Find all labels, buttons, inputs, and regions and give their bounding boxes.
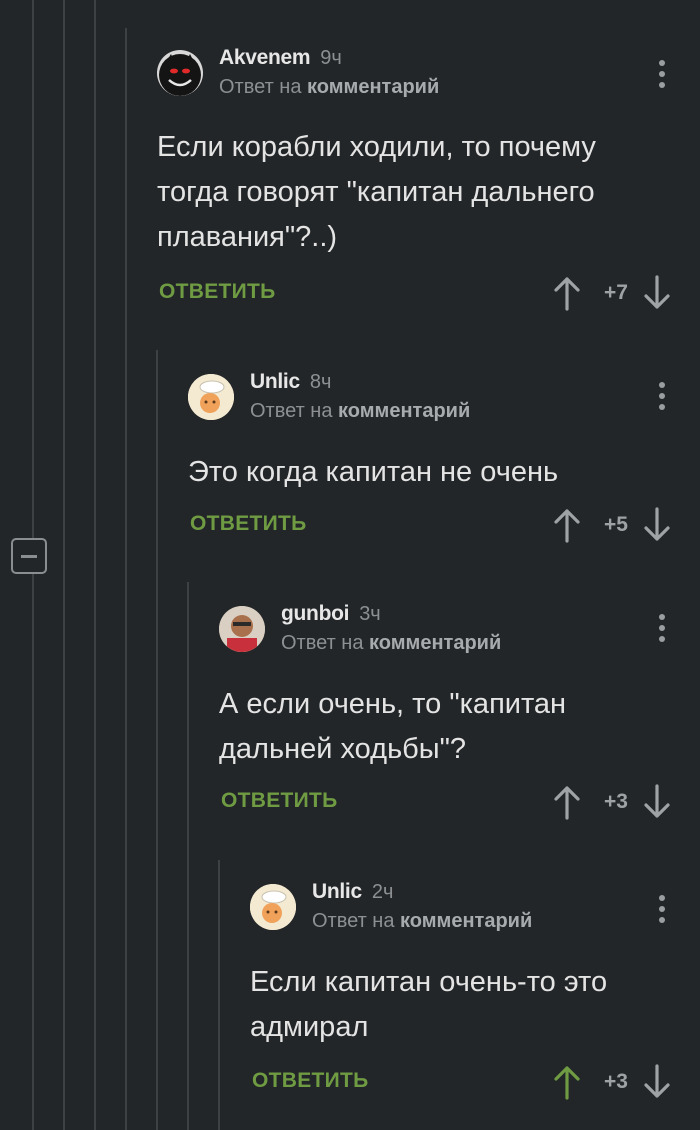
- thread-branch-line: [125, 28, 127, 1130]
- thread-line: [63, 0, 65, 1130]
- comment-meta: gunboi 3ч Ответ на комментарий: [281, 602, 501, 655]
- comment-text: Это когда капитан не очень: [188, 456, 559, 488]
- comment-meta: Unlic 8ч Ответ на комментарий: [250, 370, 470, 423]
- vote-score: +3: [604, 790, 628, 813]
- reply-target-link[interactable]: комментарий: [338, 400, 470, 422]
- reply-button[interactable]: ОТВЕТИТЬ: [159, 280, 276, 304]
- reply-prefix: Ответ на: [219, 76, 302, 98]
- upvote-arrow-icon[interactable]: [552, 505, 582, 545]
- reply-prefix: Ответ на: [312, 910, 395, 932]
- reply-to-info: Ответ на комментарий: [281, 632, 501, 655]
- vote-score: +7: [604, 281, 628, 304]
- downvote-arrow-icon[interactable]: [642, 505, 672, 545]
- comment-meta: Akvenem 9ч Ответ на комментарий: [219, 46, 439, 99]
- thread-line: [94, 0, 96, 1130]
- collapse-thread-button[interactable]: [11, 538, 47, 574]
- reply-target-link[interactable]: комментарий: [400, 910, 532, 932]
- timestamp[interactable]: 9ч: [320, 47, 342, 69]
- comment-actions: ОТВЕТИТЬ +7: [157, 273, 700, 313]
- upvote-arrow-icon[interactable]: [552, 273, 582, 313]
- comment-meta: Unlic 2ч Ответ на комментарий: [312, 880, 532, 933]
- thread-branch-line: [156, 350, 158, 1130]
- comment: Unlic 2ч Ответ на комментарий Если капита…: [218, 860, 700, 1130]
- upvote-arrow-icon[interactable]: [552, 782, 582, 822]
- reply-prefix: Ответ на: [281, 632, 364, 654]
- username[interactable]: Akvenem: [219, 46, 311, 69]
- comment-actions: ОТВЕТИТЬ +3: [250, 1062, 700, 1102]
- comment-actions: ОТВЕТИТЬ +5: [188, 505, 700, 545]
- reply-to-info: Ответ на комментарий: [312, 910, 532, 933]
- reply-button[interactable]: ОТВЕТИТЬ: [221, 789, 338, 813]
- downvote-arrow-icon[interactable]: [642, 1062, 672, 1102]
- more-options-button[interactable]: [658, 382, 666, 412]
- reply-prefix: Ответ на: [250, 400, 333, 422]
- more-options-button[interactable]: [658, 895, 666, 925]
- username[interactable]: Unlic: [250, 370, 300, 393]
- more-options-button[interactable]: [658, 60, 666, 90]
- comment-text: Если корабли ходили, то почему тогда гов…: [157, 131, 596, 253]
- comment-text: А если очень, то "капитан дальней ходьбы…: [219, 688, 567, 765]
- more-options-button[interactable]: [658, 614, 666, 644]
- avatar[interactable]: [157, 50, 203, 96]
- reply-button[interactable]: ОТВЕТИТЬ: [252, 1069, 369, 1093]
- thread-branch-line: [187, 582, 189, 1130]
- timestamp[interactable]: 2ч: [372, 881, 394, 903]
- upvote-arrow-icon[interactable]: [552, 1062, 582, 1102]
- thread-branch-line: [218, 860, 220, 1130]
- reply-to-info: Ответ на комментарий: [219, 76, 439, 99]
- reply-target-link[interactable]: комментарий: [369, 632, 501, 654]
- comment-actions: ОТВЕТИТЬ +3: [219, 782, 700, 822]
- timestamp[interactable]: 3ч: [359, 603, 381, 625]
- avatar[interactable]: [188, 374, 234, 420]
- vote-score: +3: [604, 1070, 628, 1093]
- downvote-arrow-icon[interactable]: [642, 782, 672, 822]
- comment-text: Если капитан очень-то это адмирал: [250, 966, 608, 1043]
- vote-score: +5: [604, 513, 628, 536]
- reply-to-info: Ответ на комментарий: [250, 400, 470, 423]
- reply-target-link[interactable]: комментарий: [307, 76, 439, 98]
- username[interactable]: gunboi: [281, 602, 349, 625]
- avatar[interactable]: [250, 884, 296, 930]
- timestamp[interactable]: 8ч: [310, 371, 332, 393]
- avatar[interactable]: [219, 606, 265, 652]
- reply-button[interactable]: ОТВЕТИТЬ: [190, 512, 307, 536]
- downvote-arrow-icon[interactable]: [642, 273, 672, 313]
- username[interactable]: Unlic: [312, 880, 362, 903]
